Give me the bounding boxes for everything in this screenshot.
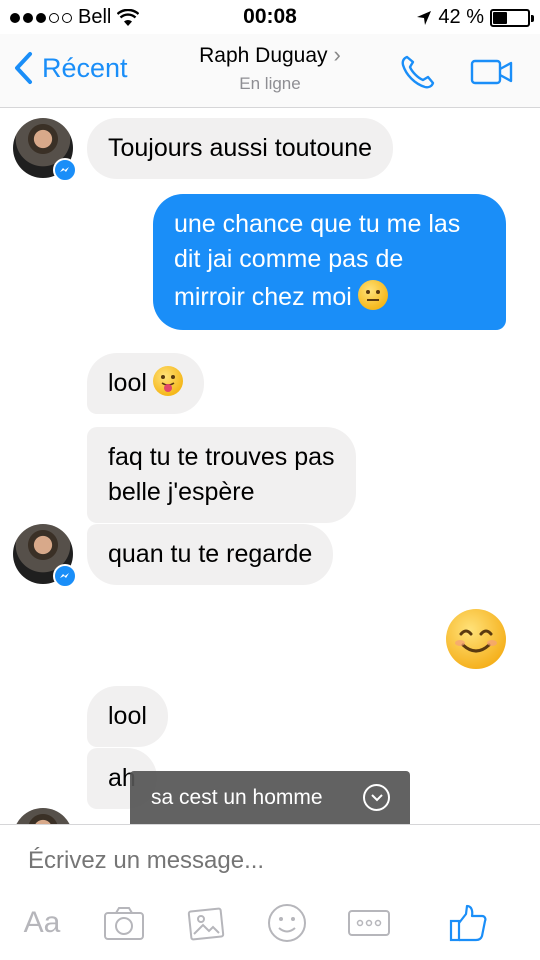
message-text-line: belle j'espère (108, 478, 255, 506)
phone-call-icon[interactable] (398, 52, 438, 92)
status-bar: Bell 00:08 42 % (0, 0, 540, 34)
aa-label: Aa (23, 906, 61, 939)
neutral-face-icon (357, 280, 388, 310)
conversation-header: Récent Raph Duguay › En ligne (0, 34, 540, 108)
battery-level (493, 11, 508, 24)
sticker-button[interactable] (265, 901, 309, 945)
tongue-face-icon (152, 366, 183, 396)
location-arrow-icon (417, 10, 432, 25)
text-format-button[interactable]: Aa (20, 901, 64, 945)
battery-percent: 42 % (438, 6, 484, 28)
gallery-button[interactable] (184, 901, 228, 945)
avatar[interactable] (13, 524, 77, 588)
incoming-message[interactable]: Toujours aussi toutoune (87, 118, 394, 179)
toast-text: sa cest un homme (151, 785, 323, 809)
incoming-message[interactable]: lool (87, 686, 168, 747)
message-text-line: faq tu te trouves pas (108, 443, 335, 471)
status-right-group: 42 % (416, 6, 534, 29)
incoming-message[interactable]: lool (87, 353, 204, 414)
new-message-toast[interactable]: sa cest un homme (130, 771, 410, 824)
gallery-icon (187, 907, 225, 941)
more-icon (348, 910, 390, 936)
chevron-down-icon (363, 784, 390, 811)
messenger-badge-icon (53, 158, 77, 182)
battery-icon (490, 8, 534, 27)
message-text-line: dit jai comme pas de (174, 245, 404, 273)
composer-toolbar: Aa (0, 901, 540, 951)
incoming-message[interactable]: quan tu te regarde (87, 524, 334, 585)
contact-name: Raph Duguay (199, 44, 328, 67)
call-actions (398, 52, 514, 92)
chevron-right-icon: › (333, 42, 341, 67)
smiling-face-icon[interactable] (446, 609, 506, 669)
camera-icon (104, 907, 144, 940)
message-text: Toujours aussi toutoune (108, 134, 373, 162)
video-call-icon[interactable] (470, 52, 514, 92)
messenger-badge-icon (53, 564, 77, 588)
message-text-line: mirroir chez moi (174, 283, 352, 311)
message-text: lool (108, 702, 147, 730)
avatar[interactable] (13, 118, 77, 182)
message-input[interactable] (28, 847, 508, 875)
composer: Aa (0, 824, 540, 960)
message-text: quan tu te regarde (108, 540, 313, 568)
like-button[interactable] (446, 901, 490, 945)
avatar[interactable] (13, 808, 73, 824)
more-button[interactable] (346, 901, 392, 945)
thumbs-up-icon (449, 904, 487, 942)
message-text: lool (108, 369, 147, 397)
smiley-icon (268, 904, 306, 942)
message-list[interactable]: Toujours aussi toutoune une chance que t… (0, 108, 540, 824)
incoming-message[interactable]: faq tu te trouves pas belle j'espère (87, 427, 356, 523)
outgoing-message[interactable]: une chance que tu me las dit jai comme p… (153, 194, 506, 330)
message-text-line: une chance que tu me las (174, 210, 461, 238)
camera-button[interactable] (102, 901, 146, 945)
